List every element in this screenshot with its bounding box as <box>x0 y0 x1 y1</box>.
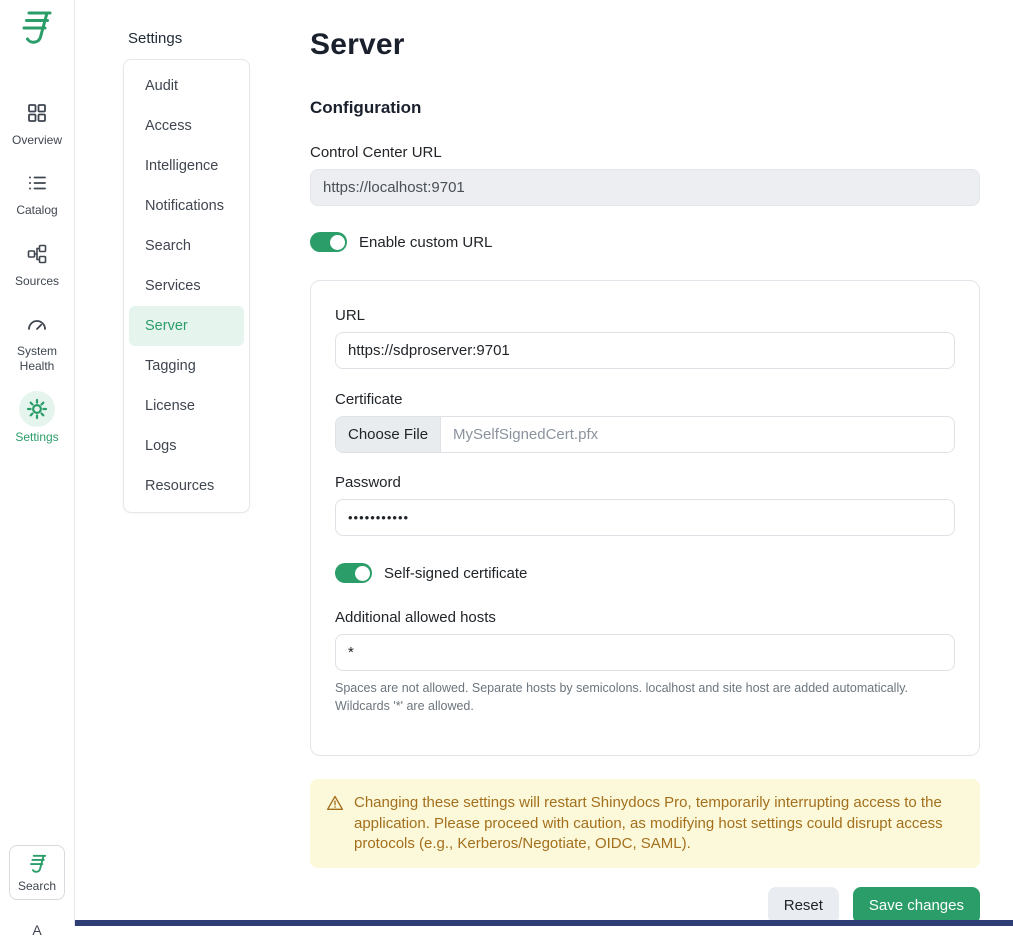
sources-icon <box>27 244 47 269</box>
sidebar-item-label: Sources <box>15 274 59 288</box>
page-title: Server <box>310 28 980 62</box>
choose-file-button[interactable]: Choose File <box>336 417 441 452</box>
settings-nav-item-search[interactable]: Search <box>124 226 249 266</box>
custom-url-card: URL Certificate Choose File MySelfSigned… <box>310 280 980 756</box>
sidebar-item-label: Overview <box>12 133 62 147</box>
settings-nav-card: Audit Access Intelligence Notifications … <box>123 59 250 513</box>
list-icon <box>27 173 47 198</box>
allowed-hosts-help-text: Spaces are not allowed. Separate hosts b… <box>335 679 955 715</box>
settings-nav-item-notifications[interactable]: Notifications <box>124 186 249 226</box>
allowed-hosts-input[interactable] <box>335 634 955 671</box>
enable-custom-url-toggle[interactable] <box>310 232 347 252</box>
sidebar-partial-item: A <box>32 922 41 938</box>
gear-icon <box>19 391 55 427</box>
sidebar-item-system-health[interactable]: System Health <box>1 314 73 373</box>
certificate-file-input[interactable]: Choose File MySelfSignedCert.pfx <box>335 416 955 453</box>
save-changes-button[interactable]: Save changes <box>853 887 980 924</box>
settings-nav-item-license[interactable]: License <box>124 386 249 426</box>
warning-triangle-icon <box>326 794 344 854</box>
settings-nav-item-access[interactable]: Access <box>124 106 249 146</box>
primary-sidebar: Overview Catalog Sources <box>0 0 75 926</box>
sidebar-search-button[interactable]: Search <box>9 845 65 900</box>
warning-text: Changing these settings will restart Shi… <box>354 793 964 854</box>
settings-nav-item-tagging[interactable]: Tagging <box>124 346 249 386</box>
form-actions: Reset Save changes <box>310 887 980 924</box>
settings-nav-item-resources[interactable]: Resources <box>124 466 249 506</box>
brand-logo[interactable] <box>13 8 61 51</box>
sidebar-item-settings[interactable]: Settings <box>1 399 73 444</box>
sidebar-item-overview[interactable]: Overview <box>1 103 73 147</box>
settings-nav-item-services[interactable]: Services <box>124 266 249 306</box>
main-content: Server Configuration Control Center URL … <box>310 28 980 924</box>
sidebar-item-label: Catalog <box>16 203 57 217</box>
allowed-hosts-label: Additional allowed hosts <box>335 609 955 626</box>
warning-banner: Changing these settings will restart Shi… <box>310 779 980 868</box>
sidebar-bottom: Search A <box>0 845 74 926</box>
enable-custom-url-label: Enable custom URL <box>359 234 492 251</box>
sidebar-search-label: Search <box>18 879 56 893</box>
settings-nav: Settings Audit Access Intelligence Notif… <box>123 30 250 513</box>
settings-nav-item-logs[interactable]: Logs <box>124 426 249 466</box>
password-label: Password <box>335 474 955 491</box>
settings-nav-item-server[interactable]: Server <box>129 306 244 346</box>
gauge-icon <box>26 314 48 339</box>
settings-nav-title: Settings <box>128 30 250 47</box>
control-center-url-input <box>310 169 980 206</box>
self-signed-certificate-toggle[interactable] <box>335 563 372 583</box>
sidebar-item-catalog[interactable]: Catalog <box>1 173 73 217</box>
control-center-url-label: Control Center URL <box>310 144 980 161</box>
settings-nav-item-intelligence[interactable]: Intelligence <box>124 146 249 186</box>
certificate-label: Certificate <box>335 391 955 408</box>
certificate-filename: MySelfSignedCert.pfx <box>441 426 610 443</box>
self-signed-certificate-label: Self-signed certificate <box>384 565 527 582</box>
shinydocs-logo-icon <box>13 8 57 51</box>
settings-nav-item-audit[interactable]: Audit <box>124 66 249 106</box>
enable-custom-url-row: Enable custom URL <box>310 232 980 252</box>
configuration-heading: Configuration <box>310 98 980 118</box>
grid-icon <box>27 103 47 128</box>
sidebar-item-label: Settings <box>15 430 58 444</box>
url-input[interactable] <box>335 332 955 369</box>
shinydocs-logo-icon-small <box>25 853 49 877</box>
reset-button[interactable]: Reset <box>768 887 839 924</box>
url-label: URL <box>335 307 955 324</box>
self-signed-row: Self-signed certificate <box>335 563 955 583</box>
sidebar-item-label: System Health <box>1 344 73 373</box>
password-input[interactable] <box>335 499 955 536</box>
sidebar-item-sources[interactable]: Sources <box>1 244 73 288</box>
bottom-edge-bar <box>75 920 1013 926</box>
